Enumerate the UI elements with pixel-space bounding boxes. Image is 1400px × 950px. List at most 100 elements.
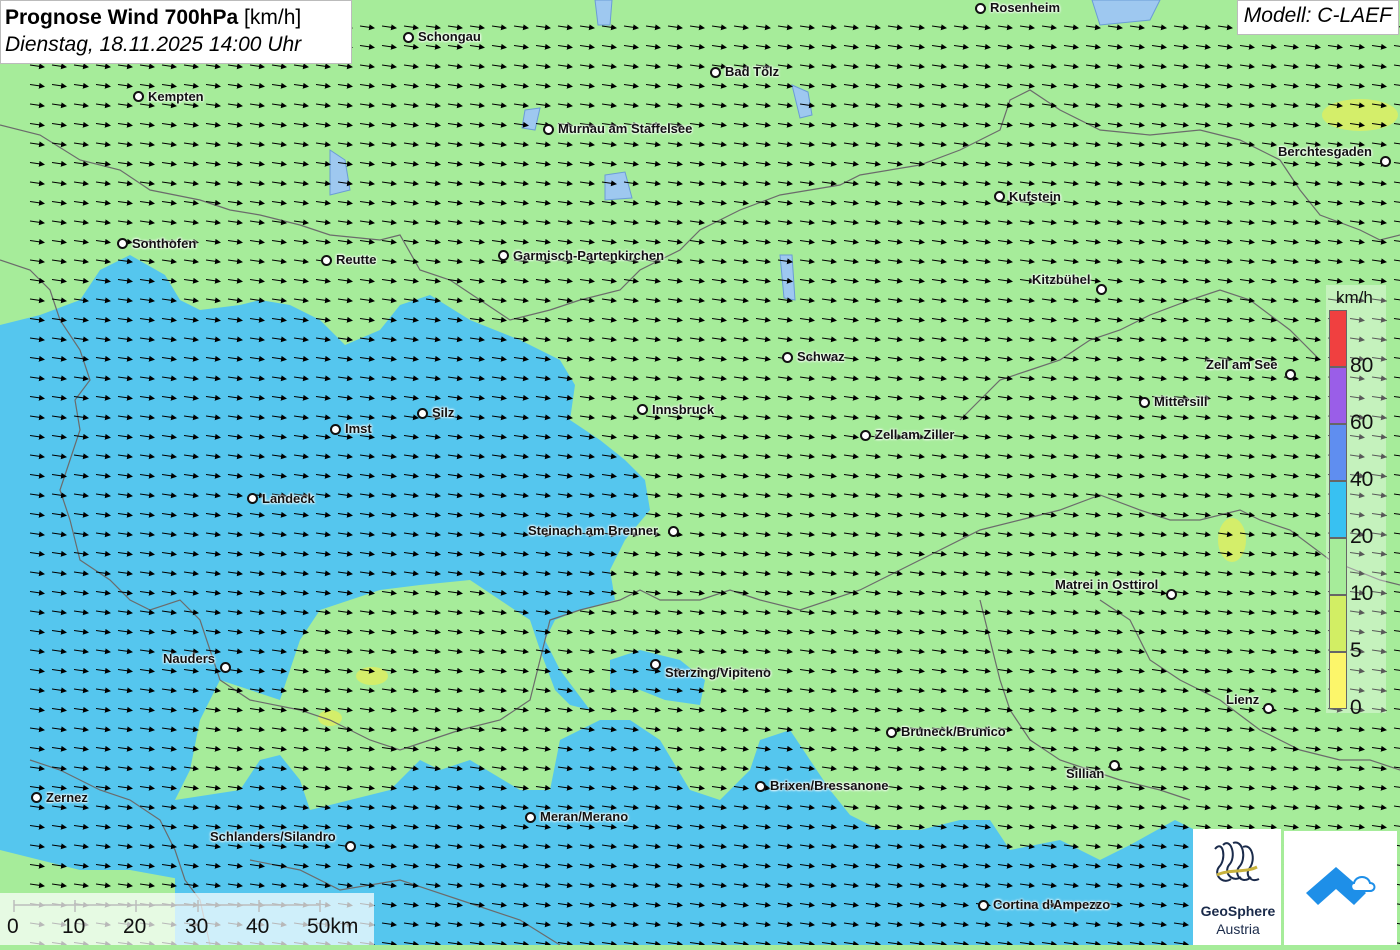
legend-tick-label: 20 — [1350, 525, 1374, 548]
city-label: Zell am Ziller — [875, 427, 955, 442]
map-title: Prognose Wind 700hPa [km/h] — [5, 4, 351, 31]
geosphere-logo-icon — [1214, 841, 1260, 882]
legend-unit: km/h — [1336, 288, 1373, 307]
scale-bar: 0 10 20 30 40 50km — [0, 893, 374, 945]
city-label: Silz — [432, 405, 455, 420]
city-label: Steinach am Brenner — [528, 523, 659, 538]
city-marker — [403, 32, 414, 43]
city-marker — [755, 781, 766, 792]
city-label: Berchtesgaden — [1278, 144, 1372, 159]
city-marker — [525, 812, 536, 823]
city-marker — [543, 124, 554, 135]
city-marker — [498, 250, 509, 261]
legend-tick-label: 40 — [1350, 468, 1374, 491]
city-marker — [247, 493, 258, 504]
city-label: Schwaz — [797, 349, 845, 364]
city-marker — [782, 352, 793, 363]
map-title-main: Prognose Wind 700hPa — [5, 6, 239, 29]
city-label: Bad Tölz — [725, 64, 780, 79]
city-marker — [994, 191, 1005, 202]
city-marker — [1139, 397, 1150, 408]
legend-color-swatch — [1329, 538, 1347, 595]
city-label: Cortina d'Ampezzo — [993, 897, 1111, 912]
city-marker — [1109, 760, 1120, 771]
city-label: Landeck — [262, 491, 315, 506]
city-label: Reutte — [336, 252, 377, 267]
scale-label: 10 — [62, 915, 86, 938]
city-marker — [117, 238, 128, 249]
city-marker — [650, 659, 661, 670]
city-marker — [1380, 156, 1391, 167]
city-label: Zell am See — [1206, 357, 1278, 372]
city-marker — [1263, 703, 1274, 714]
map-title-unit: [km/h] — [244, 6, 302, 29]
wind-zone-yellow-2 — [1322, 99, 1398, 131]
scale-label: 40 — [246, 915, 270, 938]
city-label: Murnau am Staffelsee — [558, 121, 693, 136]
legend-color-swatch — [1329, 424, 1347, 481]
city-label: Sterzing/Vipiteno — [665, 665, 771, 680]
city-marker — [220, 662, 231, 673]
city-marker — [975, 3, 986, 14]
city-label: Meran/Merano — [540, 809, 629, 824]
city-marker — [668, 526, 679, 537]
scale-label: 20 — [123, 915, 147, 938]
geosphere-logo[interactable]: GeoSphere Austria — [1193, 829, 1281, 945]
wind-zone-yellow-1 — [1218, 518, 1246, 562]
city-marker — [1285, 369, 1296, 380]
scale-label: 30 — [185, 915, 209, 938]
city-label: Sillian — [1066, 766, 1105, 781]
city-label: Bruneck/Brunico — [901, 724, 1006, 739]
city-label: Kufstein — [1009, 189, 1061, 204]
city-label: Mittersill — [1154, 394, 1208, 409]
city-marker — [886, 727, 897, 738]
city-label: Imst — [345, 421, 372, 436]
city-marker — [637, 404, 648, 415]
city-label: Sonthofen — [132, 236, 197, 251]
legend-color-swatch — [1329, 481, 1347, 538]
city-marker — [330, 424, 341, 435]
city-marker — [321, 255, 332, 266]
legend: km/h 80 60 40 20 10 5 0 — [1326, 285, 1386, 718]
model-label: Modell: C-LAEF — [1236, 0, 1399, 35]
geosphere-name: GeoSphere — [1200, 903, 1276, 919]
city-marker — [860, 430, 871, 441]
city-marker — [1096, 284, 1107, 295]
legend-color-swatch — [1329, 367, 1347, 424]
city-label: Matrei in Osttirol — [1055, 577, 1159, 592]
city-marker — [710, 67, 721, 78]
city-marker — [417, 408, 428, 419]
city-marker — [31, 792, 42, 803]
city-marker — [978, 900, 989, 911]
city-marker — [345, 841, 356, 852]
city-label: Garmisch-Partenkirchen — [513, 248, 665, 263]
city-label: Schlanders/Silandro — [210, 829, 336, 844]
weather-app-logo[interactable] — [1284, 831, 1397, 945]
city-marker — [1166, 589, 1177, 600]
city-label: Lienz — [1226, 692, 1260, 707]
city-label: Rosenheim — [990, 0, 1061, 15]
legend-tick-label: 10 — [1350, 582, 1374, 605]
city-label: Innsbruck — [652, 402, 715, 417]
legend-tick-label: 60 — [1350, 411, 1374, 434]
city-label: Kempten — [148, 89, 204, 104]
city-label: Kitzbühel — [1032, 272, 1091, 287]
legend-tick-label: 5 — [1350, 639, 1362, 662]
city-label: Zernez — [46, 790, 88, 805]
map-title-box: Prognose Wind 700hPa [km/h] Dienstag, 18… — [0, 0, 352, 64]
city-label: Schongau — [418, 29, 481, 44]
city-label: Brixen/Bressanone — [770, 778, 889, 793]
map-datetime: Dienstag, 18.11.2025 14:00 Uhr — [5, 33, 302, 56]
legend-color-swatch — [1329, 310, 1347, 367]
city-marker — [133, 91, 144, 102]
scale-label: 50km — [307, 915, 359, 938]
wind-map — [0, 0, 1400, 945]
scale-label: 0 — [7, 915, 19, 938]
weather-app-logo-icon — [1306, 867, 1376, 905]
legend-tick-label: 80 — [1350, 354, 1374, 377]
geosphere-country: Austria — [1216, 921, 1260, 937]
legend-color-swatch — [1329, 652, 1347, 709]
city-label: Nauders — [163, 651, 216, 666]
legend-color-swatch — [1329, 595, 1347, 652]
legend-tick-label: 0 — [1350, 696, 1362, 719]
